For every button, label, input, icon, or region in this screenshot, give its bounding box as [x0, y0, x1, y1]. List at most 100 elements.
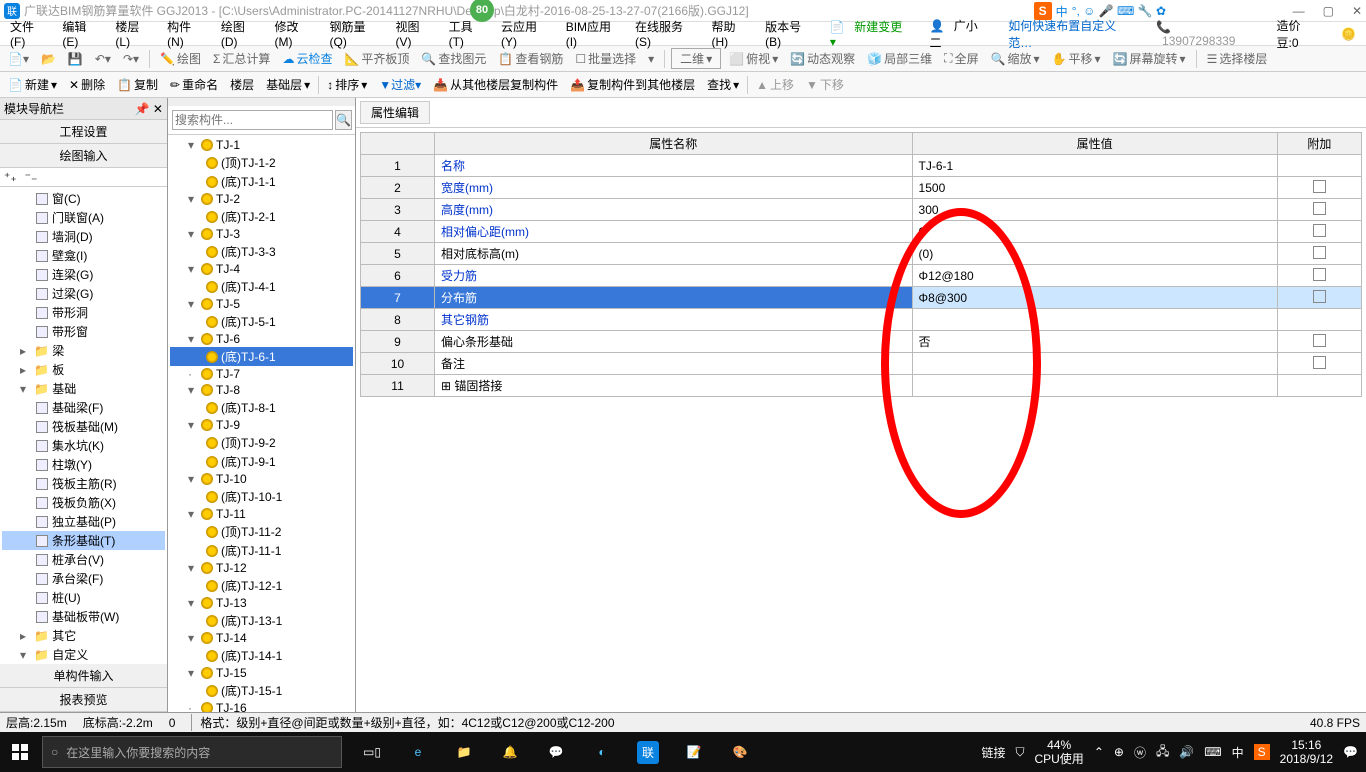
cpu-meter[interactable]: 44%CPU使用: [1034, 738, 1083, 767]
tree-item[interactable]: 壁龛(I): [2, 246, 165, 265]
mid-tree-child[interactable]: (底)TJ-5-1: [170, 312, 353, 331]
menu-view[interactable]: 视图(V): [390, 16, 441, 51]
new-change-button[interactable]: 📄 新建变更 ▾: [824, 16, 922, 51]
tree-folder[interactable]: ▾📁 基础: [2, 379, 165, 398]
batch-select-button[interactable]: ☐批量选择: [571, 49, 640, 68]
table-row[interactable]: 3 高度(mm) 300: [361, 199, 1362, 221]
tray-keyboard-icon[interactable]: ⌨: [1204, 745, 1221, 759]
tray-shield-icon[interactable]: ⊕: [1114, 745, 1124, 759]
mid-tree-node[interactable]: · TJ-16: [170, 700, 353, 712]
app-wechat[interactable]: 💬: [534, 732, 578, 772]
tb2-find[interactable]: 查找▾: [703, 75, 743, 94]
app-glodon[interactable]: 联: [626, 732, 670, 772]
tb2-copyto[interactable]: 📤复制构件到其他楼层: [566, 75, 699, 94]
tree-item[interactable]: 连梁(G): [2, 265, 165, 284]
ime-mode[interactable]: 中: [1056, 3, 1068, 20]
mid-tree-node[interactable]: ▾ TJ-11: [170, 506, 353, 522]
local3d-button[interactable]: 🧊局部三维: [863, 49, 936, 68]
tray-sogou-icon[interactable]: S: [1254, 744, 1270, 760]
tray-clock[interactable]: 15:162018/9/12: [1280, 738, 1333, 767]
menu-component[interactable]: 构件(N): [161, 16, 213, 51]
flat-button[interactable]: 📐平齐板顶: [340, 49, 413, 68]
tb2-delete[interactable]: ✕ 删除: [65, 75, 109, 94]
user-label[interactable]: 👤 广小二: [923, 15, 1000, 53]
mid-tree-child[interactable]: (顶)TJ-9-2: [170, 433, 353, 452]
mid-tree-child[interactable]: (底)TJ-1-1: [170, 172, 353, 191]
tray-icon[interactable]: ⛉: [1015, 745, 1024, 760]
table-row[interactable]: 2 宽度(mm) 1500: [361, 177, 1362, 199]
pan-button[interactable]: ✋平移▾: [1048, 49, 1105, 68]
tree-folder[interactable]: ▸📁 其它: [2, 626, 165, 645]
mid-tree-node[interactable]: ▾ TJ-13: [170, 595, 353, 611]
tree-item[interactable]: 独立基础(P): [2, 512, 165, 531]
section-draw[interactable]: 绘图输入: [0, 144, 167, 168]
menu-cloud[interactable]: 云应用(Y): [495, 16, 558, 51]
tb2-up[interactable]: ▲上移: [752, 75, 798, 94]
mid-tree[interactable]: ▾ TJ-1 (顶)TJ-1-2 (底)TJ-1-1▾ TJ-2 (底)TJ-2…: [168, 135, 355, 712]
tree-item[interactable]: 基础梁(F): [2, 398, 165, 417]
app-edge[interactable]: e: [396, 732, 440, 772]
tree-item[interactable]: 条形基础(T): [2, 531, 165, 550]
tree-item[interactable]: 桩承台(V): [2, 550, 165, 569]
tree-item[interactable]: 筏板基础(M): [2, 417, 165, 436]
mid-tree-node[interactable]: ▾ TJ-15: [170, 665, 353, 681]
menu-help[interactable]: 帮助(H): [705, 16, 757, 51]
mid-tree-child[interactable]: (底)TJ-11-1: [170, 541, 353, 560]
tree-item[interactable]: 带形窗: [2, 322, 165, 341]
mid-tree-node[interactable]: ▾ TJ-12: [170, 560, 353, 576]
mid-tree-child[interactable]: (底)TJ-9-1: [170, 452, 353, 471]
dynamic-button[interactable]: 🔄动态观察: [786, 49, 859, 68]
taskbar-search[interactable]: ○ 在这里输入你要搜索的内容: [42, 736, 342, 768]
tray-net-icon[interactable]: 🖧: [1156, 742, 1169, 763]
zoom-button[interactable]: 🔍缩放▾: [987, 49, 1044, 68]
menu-bim[interactable]: BIM应用(I): [560, 16, 627, 51]
tree-item[interactable]: 窗(C): [2, 189, 165, 208]
table-row[interactable]: 10 备注: [361, 353, 1362, 375]
app-browser[interactable]: ◐: [580, 732, 624, 772]
mid-tree-child[interactable]: (底)TJ-14-1: [170, 646, 353, 665]
dim-select[interactable]: 二维 ▾: [671, 48, 721, 69]
tb2-rename[interactable]: ✏重命名: [166, 75, 222, 94]
pin-icon[interactable]: 📌 ✕: [135, 102, 163, 116]
tb2-floor[interactable]: 楼层: [226, 75, 258, 94]
tree-item[interactable]: 集水坑(K): [2, 436, 165, 455]
beans-label[interactable]: 造价豆:0: [1270, 15, 1327, 53]
table-row[interactable]: 8 其它钢筋: [361, 309, 1362, 331]
menu-online[interactable]: 在线服务(S): [629, 16, 703, 51]
tree-item[interactable]: 过梁(G): [2, 284, 165, 303]
menu-version[interactable]: 版本号(B): [759, 16, 822, 51]
tree-item[interactable]: 基础板带(W): [2, 607, 165, 626]
app-folder[interactable]: 📁: [442, 732, 486, 772]
mid-tree-node[interactable]: ▾ TJ-2: [170, 191, 353, 207]
section-single[interactable]: 单构件输入: [0, 664, 167, 688]
mid-tree-child[interactable]: (底)TJ-10-1: [170, 487, 353, 506]
mid-tree-node[interactable]: ▾ TJ-3: [170, 226, 353, 242]
table-row[interactable]: 4 相对偏心距(mm) 0: [361, 221, 1362, 243]
tree-item[interactable]: 柱墩(Y): [2, 455, 165, 474]
app-music[interactable]: 🔔: [488, 732, 532, 772]
mid-tree-child[interactable]: (底)TJ-12-1: [170, 576, 353, 595]
redo-icon[interactable]: ↷▾: [119, 51, 143, 67]
rotate-button[interactable]: 🔄屏幕旋转▾: [1109, 49, 1190, 68]
mid-tree-child[interactable]: (底)TJ-6-1: [170, 347, 353, 366]
tab-plus[interactable]: ⁺₊: [2, 170, 19, 184]
tray-notifications-icon[interactable]: 💬: [1343, 745, 1358, 759]
section-project[interactable]: 工程设置: [0, 120, 167, 144]
tray-cloud-icon[interactable]: ⓦ: [1134, 744, 1146, 761]
help-link[interactable]: 如何快速布置自定义范…: [1002, 15, 1142, 53]
search-button[interactable]: 🔍: [335, 110, 352, 130]
app-notepad[interactable]: 📝: [672, 732, 716, 772]
mid-tree-node[interactable]: ▾ TJ-5: [170, 296, 353, 312]
mid-tree-child[interactable]: (底)TJ-4-1: [170, 277, 353, 296]
mid-tree-node[interactable]: ▾ TJ-1: [170, 137, 353, 153]
cloud-check-button[interactable]: ☁ 云检查: [278, 49, 336, 68]
tray-link[interactable]: 链接: [981, 744, 1005, 761]
tree-folder[interactable]: ▸📁 梁: [2, 341, 165, 360]
prop-tab[interactable]: 属性编辑: [360, 101, 430, 124]
mid-tree-child[interactable]: (底)TJ-15-1: [170, 681, 353, 700]
table-row[interactable]: 1 名称 TJ-6-1: [361, 155, 1362, 177]
more-icon[interactable]: ▾: [644, 51, 658, 67]
tb2-copyfrom[interactable]: 📥从其他楼层复制构件: [429, 75, 562, 94]
menu-edit[interactable]: 编辑(E): [56, 16, 107, 51]
taskview-icon[interactable]: ▭▯: [350, 732, 394, 772]
